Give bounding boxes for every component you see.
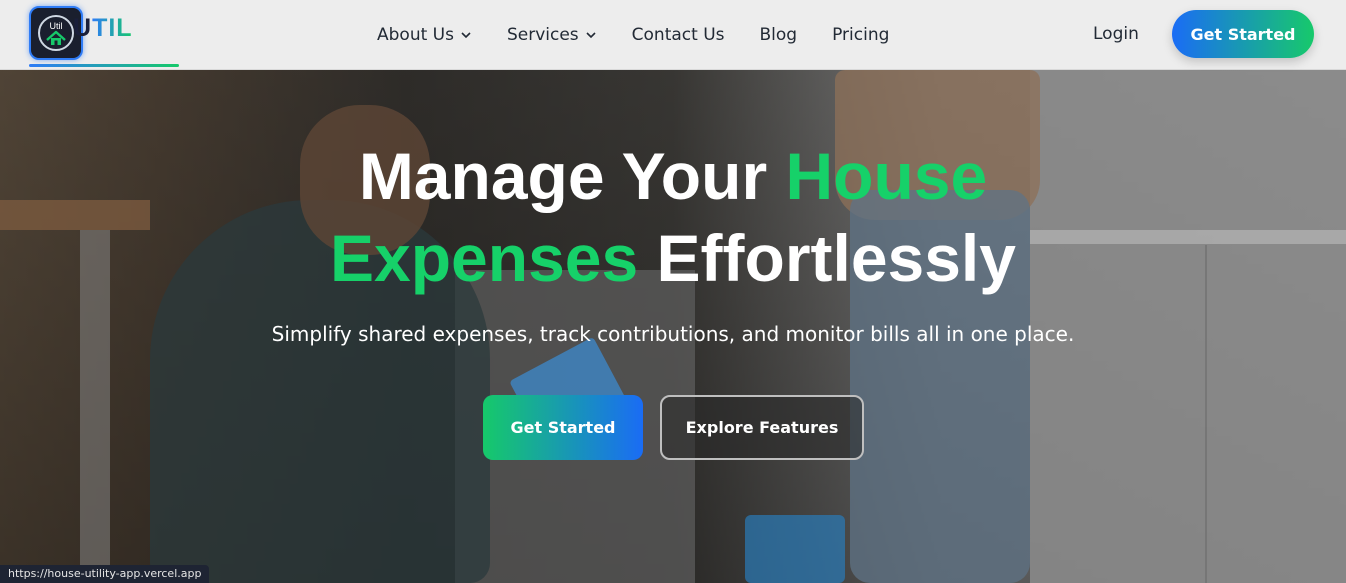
background-bucket	[745, 515, 845, 583]
brand-name-prefix: U	[73, 14, 93, 42]
get-started-hero-button[interactable]: Get Started	[483, 395, 643, 460]
chevron-down-icon	[586, 32, 596, 39]
nav-contact-us[interactable]: Contact Us	[632, 25, 725, 45]
nav-pricing[interactable]: Pricing	[832, 25, 889, 45]
explore-features-button[interactable]: Explore Features	[660, 395, 864, 460]
nav-about-us[interactable]: About Us	[377, 25, 472, 45]
nav-about-us-label: About Us	[377, 25, 454, 45]
hero-title-highlight2: Expenses	[330, 221, 639, 295]
logo-text: Util	[50, 21, 63, 31]
brand-name-suffix: TIL	[92, 14, 133, 42]
hero-subtitle: Simplify shared expenses, track contribu…	[271, 322, 1075, 346]
nav-blog[interactable]: Blog	[760, 25, 798, 45]
get-started-nav-button[interactable]: Get Started	[1172, 10, 1314, 58]
hero-title-part2: Effortlessly	[638, 221, 1016, 295]
chevron-down-icon	[461, 32, 471, 39]
top-navbar: Util UTIL About Us Services Contact Us B…	[0, 0, 1346, 70]
nav-services-label: Services	[506, 25, 579, 45]
hero-title-highlight1: House	[785, 139, 988, 213]
nav-services[interactable]: Services	[507, 25, 597, 45]
login-link[interactable]: Login	[1093, 24, 1139, 44]
hero-title-part1: Manage Your	[358, 139, 786, 213]
hero-title: Manage Your House Expenses Effortlessly	[0, 135, 1346, 299]
main-nav: About Us Services Contact Us Blog Pricin…	[377, 0, 924, 70]
status-bar-url: https://house-utility-app.vercel.app	[0, 565, 210, 583]
hero-section: Manage Your House Expenses Effortlessly …	[0, 70, 1346, 583]
brand-name[interactable]: UTIL	[73, 14, 133, 43]
logo-underline	[29, 64, 179, 67]
